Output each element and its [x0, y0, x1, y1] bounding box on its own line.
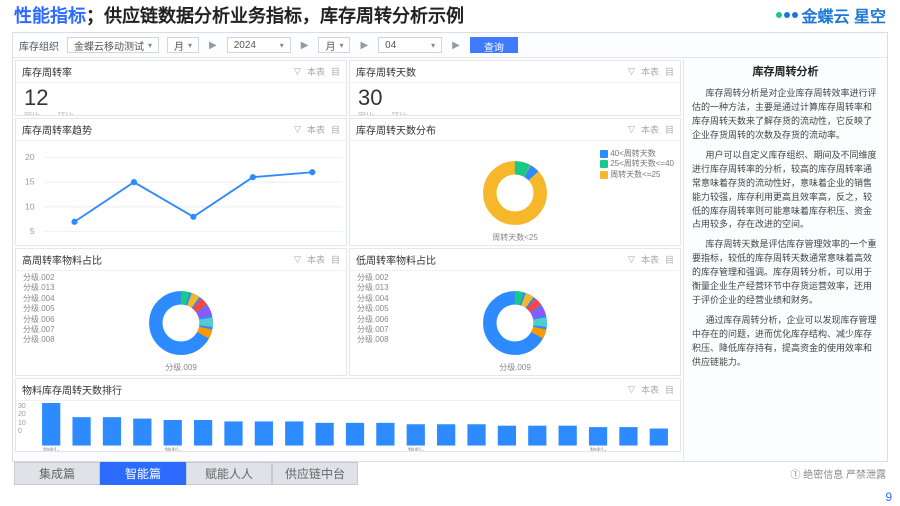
- svg-text:5: 5: [30, 226, 35, 236]
- chevron-down-icon: ▾: [148, 41, 152, 50]
- menu-icon[interactable]: 目: [665, 65, 674, 78]
- kpi-turnover-rate: 库存周转率▽本表目 12 同比 --环比 --: [15, 60, 347, 116]
- filter-icon[interactable]: ▽: [294, 66, 301, 77]
- donut-high-turnover: 高周转率物料占比▽本表目 分级.002 分级.013 分级.004 分级.005…: [15, 248, 347, 376]
- analysis-panel: 库存周转分析 库存周转分析是对企业库存周转效率进行评估的一种方法，主要是通过计算…: [683, 58, 887, 461]
- page-number: 9: [885, 490, 892, 504]
- year-select[interactable]: 2024▾: [227, 37, 291, 53]
- tab-empower[interactable]: 赋能人人: [186, 462, 272, 485]
- tab-supplychain[interactable]: 供应链中台: [272, 462, 358, 485]
- menu-icon[interactable]: 目: [331, 65, 340, 78]
- kpi-value: 30: [350, 83, 680, 111]
- filter-icon[interactable]: ▽: [628, 66, 635, 77]
- dashboard-panel: 库存组织 金蝶云移动测试▾ 月▾ ▶ 2024▾ ▶ 月▾ ▶ 04▾ ▶ 查询…: [12, 32, 888, 462]
- kpi-turnover-days: 库存周转天数▽本表目 30 同比 --环比 --: [349, 60, 681, 116]
- tab-integration[interactable]: 集成篇: [14, 462, 100, 485]
- footer-tabs: 集成篇 智能篇 赋能人人 供应链中台: [14, 462, 358, 485]
- bar-material-ranking: 物料库存周转天数排行▽本表目 3020100 物料-M.020物料-M.001物…: [15, 378, 681, 452]
- tab-intelligence[interactable]: 智能篇: [100, 462, 186, 485]
- confidential-label: ① 绝密信息 严禁泄露: [790, 466, 886, 481]
- donut-low-turnover: 低周转率物料占比▽本表目 分级.002 分级.013 分级.004 分级.005…: [349, 248, 681, 376]
- svg-text:15: 15: [25, 177, 35, 187]
- trend-chart-card: 库存周转率趋势▽本表目 20151050 2024012024022024032…: [15, 118, 347, 246]
- period-type-a-select[interactable]: 月▾: [167, 37, 199, 53]
- month-select[interactable]: 04▾: [378, 37, 442, 53]
- org-select[interactable]: 金蝶云移动测试▾: [67, 37, 159, 53]
- svg-text:10: 10: [25, 201, 35, 211]
- svg-text:20: 20: [25, 152, 35, 162]
- label-org: 库存组织: [19, 38, 59, 53]
- analysis-title: 库存周转分析: [692, 64, 879, 81]
- brand-logo: 金蝶云 星空: [776, 3, 886, 27]
- query-button[interactable]: 查询: [470, 37, 518, 53]
- donut-days-distribution: 库存周转天数分布▽本表目 40<周转天数 25<周转天数<=40 周转天数<=2…: [349, 118, 681, 246]
- page-title: 性能指标；供应链数据分析业务指标，库存周转分析示例: [14, 2, 464, 28]
- kpi-value: 12: [16, 83, 346, 111]
- filter-toolbar: 库存组织 金蝶云移动测试▾ 月▾ ▶ 2024▾ ▶ 月▾ ▶ 04▾ ▶ 查询: [13, 33, 887, 58]
- period-type-b-select[interactable]: 月▾: [318, 37, 350, 53]
